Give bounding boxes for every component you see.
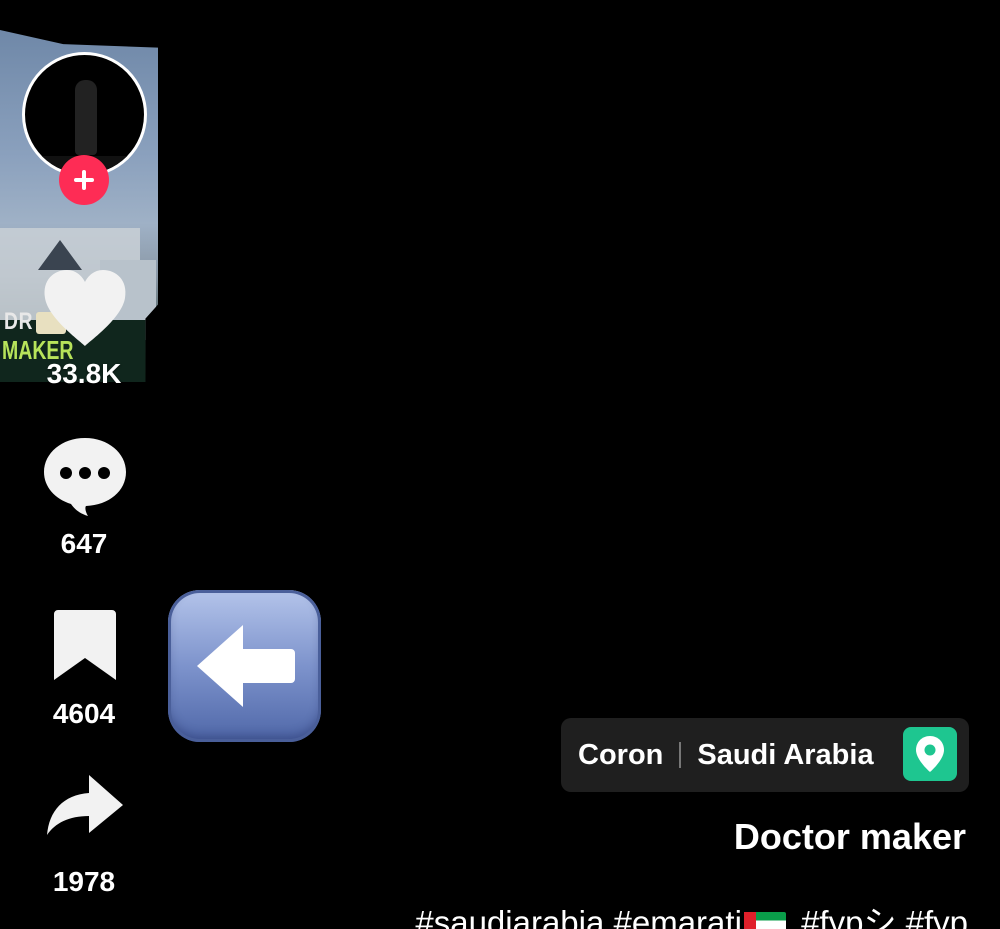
post-caption[interactable]: #saudiarabia #emarati #fypシ #fyp [415,896,968,929]
bookmark-icon [54,610,116,680]
share-arrow-icon [47,775,123,835]
uae-flag-icon [743,912,786,929]
left-arrow-key-icon [168,590,321,742]
heart-icon [44,270,126,346]
location-country: Saudi Arabia [697,738,874,771]
bookmark-button[interactable] [52,608,118,682]
comment-button[interactable] [42,434,128,518]
location-tag[interactable]: Coron Saudi Arabia [561,718,969,792]
comment-bubble-icon [44,438,126,516]
share-button[interactable] [44,772,126,838]
left-arrow-icon [196,625,295,707]
like-count: 33.8K [46,358,122,389]
location-divider [679,742,682,768]
caption-hashtags-start: #saudiarabia #emarati [415,904,742,929]
share-count: 1978 [52,866,116,897]
follow-button[interactable] [59,155,109,205]
bookmark-count: 4604 [52,698,116,729]
avatar-person [75,80,97,155]
location-city: Coron [578,738,664,771]
comment-count: 647 [60,528,108,559]
map-pin-icon [903,727,957,781]
plus-icon [74,170,94,190]
creator-username[interactable]: Doctor maker [734,816,966,858]
like-button[interactable] [40,266,130,350]
thumbnail-label-line1: DR [4,308,34,335]
caption-hashtags-end: #fypシ #fyp [791,904,968,929]
